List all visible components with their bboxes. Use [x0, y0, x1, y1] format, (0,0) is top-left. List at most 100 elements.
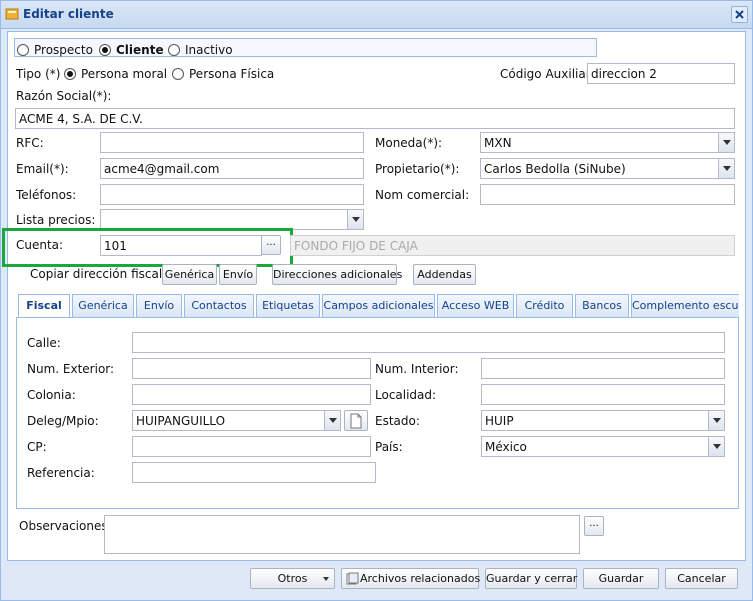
deleg-new-button[interactable] — [344, 410, 368, 431]
tipo-label: Tipo (*) — [16, 67, 61, 81]
colonia-label: Colonia: — [27, 388, 76, 402]
copy-envio-button[interactable]: Envío — [219, 264, 257, 285]
cuenta-input[interactable]: 101 — [100, 235, 262, 256]
observaciones-textarea[interactable] — [104, 515, 580, 554]
telefonos-label: Teléfonos: — [16, 188, 77, 202]
moneda-value: MXN — [484, 136, 512, 150]
close-button[interactable] — [731, 6, 748, 23]
num-interior-label: Num. Interior: — [375, 362, 459, 376]
razon-social-label: Razón Social(*): — [16, 89, 112, 103]
chevron-down-icon[interactable] — [708, 437, 724, 456]
telefonos-input[interactable] — [100, 184, 364, 205]
otros-button[interactable]: Otros — [250, 568, 335, 589]
email-input[interactable]: acme4@gmail.com — [100, 158, 364, 179]
tab-etiquetas[interactable]: Etiquetas — [256, 294, 320, 317]
calle-input[interactable] — [132, 332, 725, 353]
tab-complemento[interactable]: Complemento escue — [631, 294, 739, 317]
radio-persona-moral[interactable] — [64, 68, 76, 80]
form-panel: Prospecto Cliente Inactivo Tipo (*) Pers… — [2, 31, 746, 561]
tab-generica[interactable]: Genérica — [72, 294, 134, 317]
chevron-down-icon[interactable] — [347, 210, 363, 229]
moneda-label: Moneda(*): — [375, 136, 443, 150]
guardar-button[interactable]: Guardar — [583, 568, 659, 589]
moneda-select[interactable]: MXN — [480, 132, 735, 153]
cp-label: CP: — [27, 440, 47, 454]
chevron-down-icon — [323, 577, 329, 581]
radio-persona-moral-label: Persona moral — [81, 67, 168, 81]
tab-credito[interactable]: Crédito — [516, 294, 573, 317]
cancelar-button[interactable]: Cancelar — [665, 568, 738, 589]
radio-cliente-label: Cliente — [116, 43, 164, 57]
radio-inactivo[interactable] — [168, 44, 180, 56]
address-tabbar: Fiscal Genérica Envío Contactos Etiqueta… — [16, 292, 739, 318]
num-exterior-input[interactable] — [132, 358, 371, 379]
window-titlebar[interactable]: Editar cliente — [1, 1, 752, 29]
cuenta-description: FONDO FIJO DE CAJA — [290, 235, 735, 256]
deleg-select[interactable]: HUIPANGUILLO — [132, 410, 341, 431]
estado-value: HUIP — [485, 414, 514, 428]
guardar-y-cerrar-button[interactable]: Guardar y cerrar — [485, 568, 577, 589]
num-interior-input[interactable] — [481, 358, 725, 379]
propietario-label: Propietario(*): — [375, 162, 460, 176]
propietario-value: Carlos Bedolla (SiNube) — [484, 162, 626, 176]
colonia-input[interactable] — [132, 384, 371, 405]
razon-social-input[interactable]: ACME 4, S.A. DE C.V. — [15, 108, 735, 129]
radio-persona-fisica-label: Persona Física — [189, 67, 275, 81]
tab-fiscal[interactable]: Fiscal — [18, 294, 70, 317]
tab-contactos[interactable]: Contactos — [184, 294, 254, 317]
radio-persona-fisica[interactable] — [172, 68, 184, 80]
radio-prospecto[interactable] — [17, 44, 29, 56]
tab-bancos[interactable]: Bancos — [575, 294, 629, 317]
pais-select[interactable]: México — [481, 436, 725, 457]
deleg-label: Deleg/Mpio: — [27, 414, 99, 428]
nom-comercial-label: Nom comercial: — [375, 188, 470, 202]
email-label: Email(*): — [16, 162, 69, 176]
cp-input[interactable] — [132, 436, 371, 457]
estado-select[interactable]: HUIP — [481, 410, 725, 431]
propietario-select[interactable]: Carlos Bedolla (SiNube) — [480, 158, 735, 179]
radio-inactivo-label: Inactivo — [185, 43, 233, 57]
lista-precios-label: Lista precios: — [16, 213, 96, 227]
pais-label: País: — [375, 440, 403, 454]
tab-campos-adicionales[interactable]: Campos adicionales — [322, 294, 435, 317]
observaciones-lookup-button[interactable]: ... — [584, 516, 604, 536]
copy-generica-button[interactable]: Genérica — [162, 264, 217, 285]
chevron-down-icon[interactable] — [718, 159, 734, 178]
num-exterior-label: Num. Exterior: — [27, 362, 115, 376]
chevron-down-icon[interactable] — [324, 411, 340, 430]
referencia-input[interactable] — [132, 462, 376, 483]
fiscal-tab-panel: Calle: Num. Exterior: Num. Interior: Col… — [16, 318, 739, 509]
chevron-down-icon[interactable] — [718, 133, 734, 152]
lista-precios-select[interactable] — [100, 209, 364, 230]
app-icon — [5, 8, 19, 20]
radio-cliente[interactable] — [99, 44, 111, 56]
codigo-auxiliar-input[interactable]: direccion 2 — [587, 63, 735, 84]
archivos-relacionados-button[interactable]: Archivos relacionados — [341, 568, 481, 589]
nom-comercial-input[interactable] — [480, 184, 735, 205]
rfc-input[interactable] — [100, 132, 364, 153]
tab-envio[interactable]: Envío — [136, 294, 182, 317]
copiar-label: Copiar dirección fiscal a: — [30, 267, 178, 281]
tab-acceso-web[interactable]: Acceso WEB — [437, 294, 514, 317]
cuenta-lookup-button[interactable]: ... — [261, 235, 281, 255]
radio-prospecto-label: Prospecto — [34, 43, 93, 57]
localidad-input[interactable] — [481, 384, 725, 405]
addendas-button[interactable]: Addendas — [413, 264, 476, 285]
direcciones-adicionales-button[interactable]: Direcciones adicionales — [272, 264, 402, 285]
estado-label: Estado: — [375, 414, 420, 428]
attachment-icon — [346, 572, 359, 585]
archivos-relacionados-label: Archivos relacionados — [360, 572, 481, 585]
document-icon — [350, 413, 362, 429]
referencia-label: Referencia: — [27, 466, 95, 480]
otros-label: Otros — [277, 572, 308, 585]
chevron-down-icon[interactable] — [708, 411, 724, 430]
codigo-auxiliar-label: Código Auxiliar: — [500, 67, 595, 81]
pais-value: México — [485, 440, 527, 454]
cuenta-label: Cuenta: — [16, 238, 64, 252]
deleg-value: HUIPANGUILLO — [136, 414, 226, 428]
rfc-label: RFC: — [16, 136, 44, 150]
localidad-label: Localidad: — [375, 388, 437, 402]
observaciones-label: Observaciones — [19, 519, 108, 533]
calle-label: Calle: — [27, 336, 61, 350]
window-title: Editar cliente — [23, 7, 114, 21]
